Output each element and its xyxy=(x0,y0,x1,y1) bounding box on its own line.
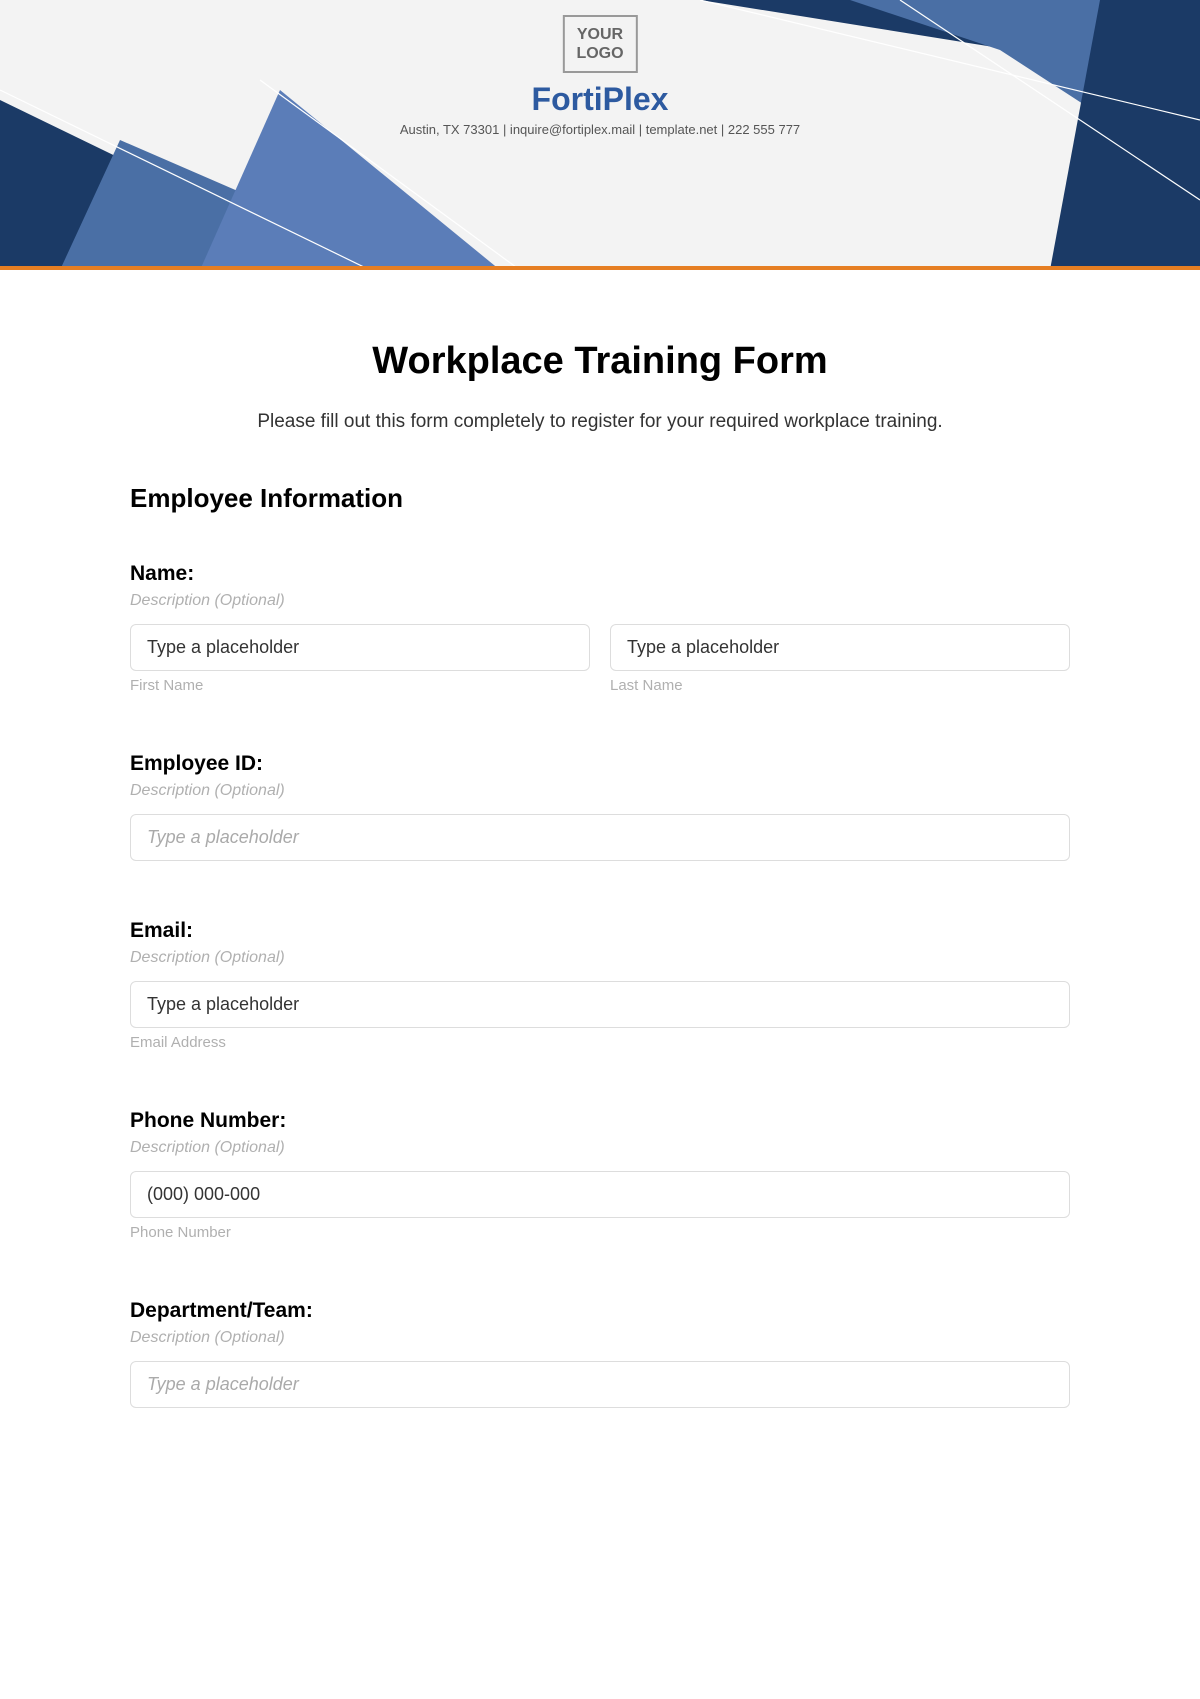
last-name-input[interactable] xyxy=(610,624,1070,671)
field-group-email: Email: Description (Optional) Email Addr… xyxy=(130,919,1070,1051)
field-group-employee-id: Employee ID: Description (Optional) xyxy=(130,752,1070,861)
form-content: Workplace Training Form Please fill out … xyxy=(0,270,1200,1506)
first-name-input[interactable] xyxy=(130,624,590,671)
field-label-department: Department/Team: xyxy=(130,1299,1070,1323)
employee-id-input[interactable] xyxy=(130,814,1070,861)
email-sublabel: Email Address xyxy=(130,1034,1070,1051)
field-description-name: Description (Optional) xyxy=(130,592,1070,610)
field-label-employee-id: Employee ID: xyxy=(130,752,1070,776)
field-description-employee-id: Description (Optional) xyxy=(130,782,1070,800)
field-group-name: Name: Description (Optional) First Name … xyxy=(130,562,1070,694)
field-description-phone: Description (Optional) xyxy=(130,1139,1070,1157)
field-group-phone: Phone Number: Description (Optional) Pho… xyxy=(130,1109,1070,1241)
last-name-sublabel: Last Name xyxy=(610,677,1070,694)
email-input[interactable] xyxy=(130,981,1070,1028)
field-label-email: Email: xyxy=(130,919,1070,943)
field-label-name: Name: xyxy=(130,562,1070,586)
field-description-email: Description (Optional) xyxy=(130,949,1070,967)
company-info: Austin, TX 73301 | inquire@fortiplex.mai… xyxy=(400,122,800,137)
first-name-sublabel: First Name xyxy=(130,677,590,694)
phone-input[interactable] xyxy=(130,1171,1070,1218)
section-heading-employee-info: Employee Information xyxy=(130,483,1070,514)
form-description: Please fill out this form completely to … xyxy=(130,411,1070,433)
header-content: YOURLOGO FortiPlex Austin, TX 73301 | in… xyxy=(400,15,800,137)
phone-sublabel: Phone Number xyxy=(130,1224,1070,1241)
department-input[interactable] xyxy=(130,1361,1070,1408)
form-title: Workplace Training Form xyxy=(130,340,1070,383)
header-banner: YOURLOGO FortiPlex Austin, TX 73301 | in… xyxy=(0,0,1200,270)
field-label-phone: Phone Number: xyxy=(130,1109,1070,1133)
logo-placeholder: YOURLOGO xyxy=(562,15,637,73)
field-group-department: Department/Team: Description (Optional) xyxy=(130,1299,1070,1408)
company-name: FortiPlex xyxy=(400,81,800,118)
field-description-department: Description (Optional) xyxy=(130,1329,1070,1347)
